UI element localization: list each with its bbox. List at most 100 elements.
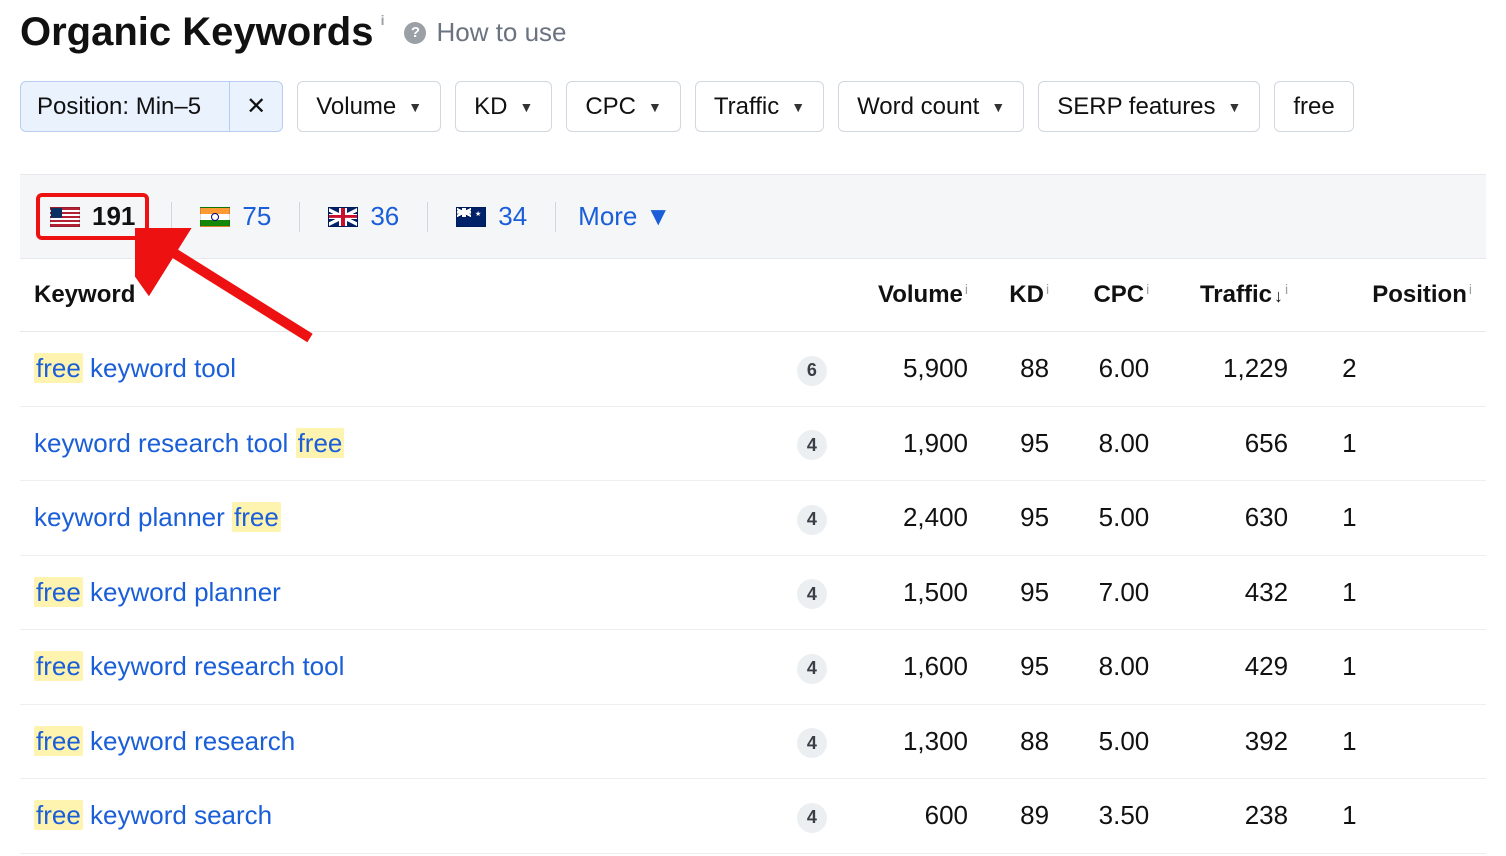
serp-count-badge[interactable]: 4 [797, 505, 827, 535]
sort-desc-icon: ↓ [1274, 286, 1283, 306]
flag-us-icon [50, 207, 80, 227]
col-traffic-header[interactable]: Traffic↓i [1163, 259, 1302, 332]
cpc-cell: 5.00 [1063, 704, 1163, 779]
highlight: free [34, 651, 83, 681]
traffic-cell: 656 [1163, 406, 1302, 481]
chevron-down-icon: ▼ [519, 99, 533, 115]
col-label: CPC [1093, 281, 1144, 308]
col-label: KD [1009, 281, 1044, 308]
info-icon: i [1285, 281, 1288, 297]
info-icon: i [1469, 281, 1472, 297]
info-icon: i [1046, 281, 1049, 297]
table-row: free keyword research tool 4 1,600958.0042… [20, 630, 1486, 705]
col-cpc-header[interactable]: CPCi [1063, 259, 1163, 332]
serp-count-badge[interactable]: 4 [797, 430, 827, 460]
more-label: More [578, 201, 637, 232]
col-label: Keyword [34, 281, 135, 308]
page-header: Organic Keywords i ? How to use [20, 0, 1486, 55]
keyword-link[interactable]: free keyword planner [34, 577, 281, 607]
info-icon: i [965, 281, 968, 297]
table-row: free keyword research41,300885.003921 [20, 704, 1486, 779]
table-header-row: Keyword Volumei KDi CPCi Traffic↓i Posit… [20, 259, 1486, 332]
col-keyword-header[interactable]: Keyword [20, 259, 782, 332]
table-row: free keyword planner41,500957.004321 [20, 555, 1486, 630]
traffic-cell: 432 [1163, 555, 1302, 630]
keyword-link[interactable]: free keyword research [34, 726, 295, 756]
filter-cpc-chip[interactable]: CPC ▼ [566, 81, 681, 132]
col-label: Traffic [1200, 281, 1272, 308]
chevron-down-icon: ▼ [648, 99, 662, 115]
keyword-link[interactable]: keyword research tool free [34, 428, 344, 458]
country-tab-in[interactable]: 75 [194, 199, 277, 234]
col-serp-badge-header [782, 259, 841, 332]
highlight: free [34, 726, 83, 756]
col-label: Volume [878, 281, 963, 308]
kd-cell: 88 [982, 332, 1063, 407]
volume-cell: 1,600 [841, 630, 982, 705]
traffic-cell: 392 [1163, 704, 1302, 779]
col-volume-header[interactable]: Volumei [841, 259, 982, 332]
keyword-link[interactable]: free keyword tool [34, 353, 236, 383]
filter-wordcount-chip[interactable]: Word count ▼ [838, 81, 1024, 132]
filter-kd-chip[interactable]: KD ▼ [455, 81, 552, 132]
cpc-cell: 5.00 [1063, 481, 1163, 556]
position-cell: 1 [1302, 406, 1486, 481]
divider [555, 202, 556, 232]
chevron-down-icon: ▼ [408, 99, 422, 115]
filter-traffic-chip[interactable]: Traffic ▼ [695, 81, 824, 132]
filter-label: KD [474, 93, 507, 121]
highlight: free [34, 577, 83, 607]
kd-cell: 95 [982, 555, 1063, 630]
col-kd-header[interactable]: KDi [982, 259, 1063, 332]
filter-position-label: Position: Min–5 [21, 83, 217, 131]
position-cell: 2 [1302, 332, 1486, 407]
traffic-cell: 429 [1163, 630, 1302, 705]
keyword-link[interactable]: free keyword research tool [34, 651, 344, 681]
kd-cell: 88 [982, 704, 1063, 779]
volume-cell: 600 [841, 779, 982, 854]
highlight: free [296, 428, 345, 458]
volume-cell: 2,400 [841, 481, 982, 556]
serp-count-badge[interactable]: 4 [797, 579, 827, 609]
country-count: 34 [498, 201, 527, 232]
country-count: 191 [92, 201, 135, 232]
table-row: keyword research tool free41,900958.0065… [20, 406, 1486, 481]
position-cell: 1 [1302, 481, 1486, 556]
country-tab-au[interactable]: 34 [450, 199, 533, 234]
chevron-down-icon: ▼ [1228, 99, 1242, 115]
serp-count-badge[interactable]: 6 [797, 356, 827, 386]
how-to-use-link[interactable]: ? How to use [404, 17, 566, 48]
keyword-link[interactable]: free keyword search [34, 800, 272, 830]
filter-position-chip[interactable]: Position: Min–5 ✕ [20, 81, 283, 132]
filter-label: Word count [857, 93, 979, 121]
flag-in-icon [200, 207, 230, 227]
cpc-cell: 3.50 [1063, 779, 1163, 854]
kd-cell: 95 [982, 630, 1063, 705]
position-cell: 1 [1302, 630, 1486, 705]
serp-count-badge[interactable]: 4 [797, 728, 827, 758]
col-position-header[interactable]: Positioni [1302, 259, 1486, 332]
filter-volume-chip[interactable]: Volume ▼ [297, 81, 441, 132]
country-tabs: 191 75 36 34 More ▼ [20, 174, 1486, 259]
page-title: Organic Keywords i [20, 10, 388, 55]
cpc-cell: 8.00 [1063, 630, 1163, 705]
country-tab-us[interactable]: 191 [36, 193, 149, 240]
country-more-link[interactable]: More ▼ [578, 201, 671, 232]
divider [299, 202, 300, 232]
filter-label: Volume [316, 93, 396, 121]
serp-count-badge[interactable]: 4 [797, 803, 827, 833]
serp-count-badge[interactable]: 4 [797, 654, 827, 684]
filter-search-text[interactable]: free [1274, 81, 1353, 132]
filters-row: Position: Min–5 ✕ Volume ▼ KD ▼ CPC ▼ Tr… [20, 81, 1486, 132]
volume-cell: 1,500 [841, 555, 982, 630]
country-tab-gb[interactable]: 36 [322, 199, 405, 234]
kd-cell: 95 [982, 406, 1063, 481]
filter-label: SERP features [1057, 93, 1215, 121]
highlight: free [34, 800, 83, 830]
keyword-link[interactable]: keyword planner free [34, 502, 281, 532]
filter-serp-features-chip[interactable]: SERP features ▼ [1038, 81, 1260, 132]
flag-au-icon [456, 207, 486, 227]
volume-cell: 1,900 [841, 406, 982, 481]
close-icon[interactable]: ✕ [229, 82, 282, 131]
chevron-down-icon: ▼ [645, 201, 671, 232]
